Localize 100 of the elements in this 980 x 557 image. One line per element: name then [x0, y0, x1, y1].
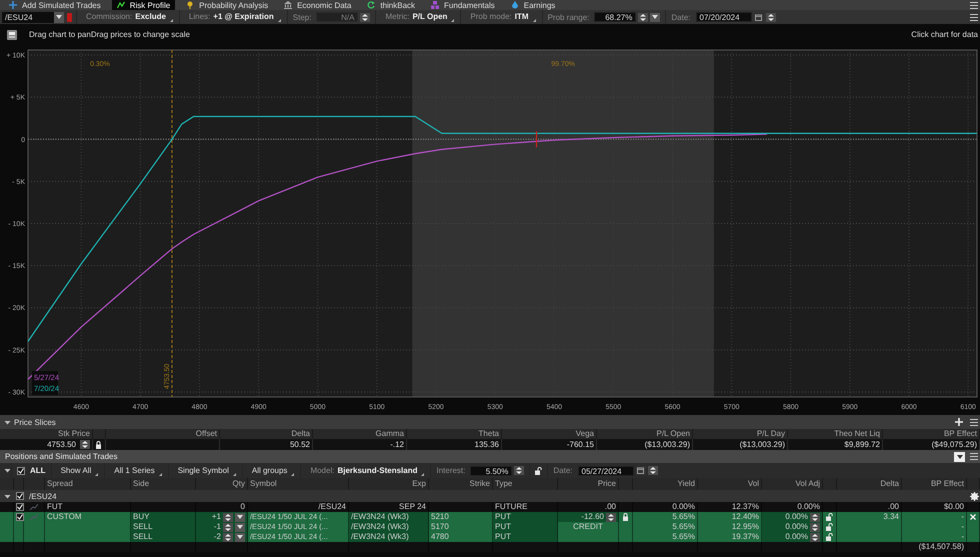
toolbar-tab[interactable]: Add Simulated Trades: [4, 0, 106, 10]
spinner-button[interactable]: [810, 512, 820, 522]
date-field[interactable]: 05/27/2024: [578, 466, 634, 476]
table-cell[interactable]: BUY: [131, 512, 196, 522]
hint-text: Click chart for data: [911, 30, 978, 39]
legend-background: [32, 371, 58, 395]
group-label: /ESU24: [29, 492, 57, 500]
menu-button[interactable]: [968, 0, 980, 10]
menu-button[interactable]: [968, 452, 980, 462]
section-title: Price Slices: [14, 418, 56, 426]
spinner-button[interactable]: [223, 532, 233, 542]
toolbar-tab[interactable]: Earnings: [506, 0, 560, 10]
table-cell-text: 0.00%: [784, 512, 808, 522]
spinner-button[interactable]: [606, 512, 616, 522]
spinner-button[interactable]: [223, 512, 233, 522]
refresh-icon: [367, 1, 376, 9]
line-icon: [30, 514, 38, 520]
field-label: Date:: [553, 466, 572, 475]
table-cell[interactable]: SELL: [131, 532, 196, 542]
toolbar-tab[interactable]: Risk Profile: [112, 0, 176, 10]
table-cell[interactable]: PUT: [493, 522, 558, 532]
unlock-icon: [826, 513, 833, 521]
menu-button[interactable]: [968, 417, 980, 427]
toolbar-tab[interactable]: Probability Analysis: [181, 0, 274, 10]
calendar-button[interactable]: [754, 12, 764, 22]
field-label: Interest:: [436, 466, 466, 475]
field-label: Prob range:: [548, 12, 590, 22]
plus-icon: [9, 1, 17, 9]
toolbar-tab[interactable]: Fundamentals: [426, 0, 500, 10]
chart-icon: [116, 1, 125, 9]
table-cell[interactable]: /EW3N24 (Wk3): [349, 512, 429, 522]
spinner-button[interactable]: [810, 532, 820, 542]
spinner-button[interactable]: [80, 440, 90, 449]
spinner-button[interactable]: [766, 12, 776, 22]
lock-icon: [94, 440, 102, 448]
toolbar-tab[interactable]: thinkBack: [362, 0, 420, 10]
collapse-button[interactable]: [954, 452, 965, 462]
table-cell-text: +1: [210, 512, 221, 522]
number-field[interactable]: 5.50%: [470, 466, 512, 476]
dropdown[interactable]: All 1 Series: [110, 464, 163, 476]
table-cell-text: -1: [212, 522, 221, 532]
field-label: Date:: [671, 12, 690, 22]
hint-text: Drag chart to panDrag prices to change scale: [29, 30, 190, 39]
dropdown[interactable]: All groups: [248, 464, 296, 476]
collapse-icon[interactable]: [4, 467, 11, 474]
blocks-icon: [431, 1, 440, 9]
dropdown-button[interactable]: [235, 522, 245, 532]
caret-icon: [56, 15, 62, 19]
dropdown-button[interactable]: [235, 532, 245, 542]
collapse-icon[interactable]: [4, 418, 11, 426]
number-field[interactable]: 68.27%: [594, 12, 636, 22]
spinner-button[interactable]: [810, 522, 820, 532]
unlock-icon: [826, 533, 833, 541]
table-cell[interactable]: PUT: [493, 512, 558, 522]
caret-icon: [956, 454, 962, 458]
section-title: Positions and Simulated Trades: [5, 452, 118, 461]
toolbar-tab[interactable]: Economic Data: [279, 0, 356, 10]
add-button[interactable]: [953, 417, 965, 427]
symbol-combo[interactable]: /ESU24: [2, 12, 64, 22]
table-cell[interactable]: SELL: [131, 522, 196, 532]
calendar-button[interactable]: [636, 466, 646, 475]
dropdown[interactable]: Lines: +1 @ Expiration: [184, 11, 282, 23]
spinner-button[interactable]: [514, 466, 524, 475]
dropdown[interactable]: Single Symbol: [174, 464, 237, 476]
drop-icon: [510, 1, 519, 9]
table-cell[interactable]: /EW3N24 (Wk3): [349, 522, 429, 532]
table-cell[interactable]: PUT: [493, 532, 558, 542]
spinner-button[interactable]: [648, 466, 658, 475]
dropdown[interactable]: Metric: P/L Open: [381, 11, 456, 23]
date-field[interactable]: 07/20/2024: [696, 12, 752, 22]
table-cell: ($14,507.58): [902, 542, 967, 552]
close-button[interactable]: [969, 512, 977, 522]
spinner-button[interactable]: [223, 522, 233, 532]
checkbox[interactable]: [16, 503, 24, 511]
checkbox[interactable]: [16, 513, 24, 521]
spinner-button[interactable]: [638, 12, 648, 22]
unlock-icon: [826, 523, 833, 531]
position-marker: [536, 131, 538, 148]
checkbox[interactable]: [16, 492, 24, 500]
settings-button[interactable]: [968, 491, 980, 501]
table-cell-text: -2: [212, 532, 221, 542]
dropdown[interactable]: Commission: Exclude: [82, 11, 174, 23]
dropdown-button[interactable]: [650, 12, 660, 22]
table-cell[interactable]: /EW3N24 (Wk3): [349, 532, 429, 542]
dropdown[interactable]: Show All: [56, 464, 100, 476]
table-cell: 4753.50: [47, 439, 76, 450]
table-cell-text: 0.00%: [784, 532, 808, 542]
dropdown-button[interactable]: [235, 512, 245, 522]
bank-icon: [284, 1, 292, 9]
pin-icon: [186, 1, 194, 9]
collapse-icon[interactable]: [4, 492, 11, 500]
lock-icon: [622, 513, 629, 521]
field-label: Step:: [292, 12, 312, 22]
line-icon: [30, 504, 38, 510]
checkbox[interactable]: [17, 466, 25, 474]
dropdown[interactable]: Prob mode: ITM: [466, 11, 537, 23]
status-icon: [67, 12, 72, 22]
unlock-icon: [535, 466, 542, 474]
menu-button[interactable]: [968, 12, 980, 22]
dropdown[interactable]: Model: Bjerksund-Stensland: [306, 464, 426, 476]
